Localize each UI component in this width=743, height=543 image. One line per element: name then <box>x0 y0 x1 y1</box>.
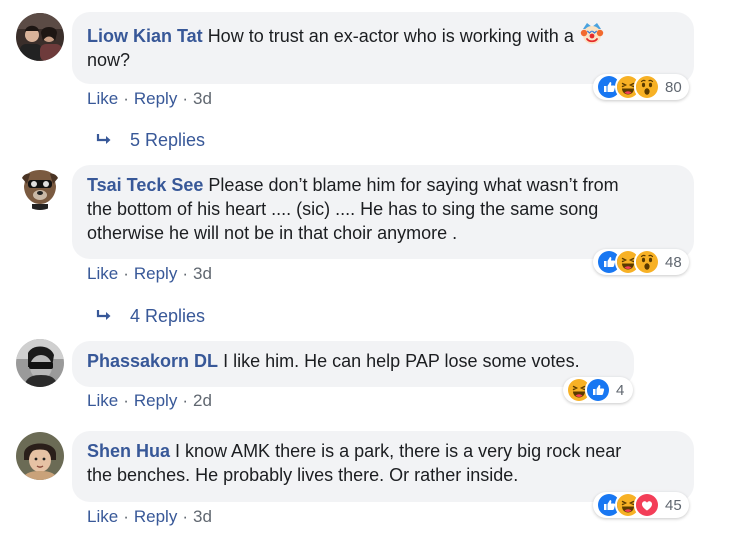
comment-text-line: otherwise he will not be in that choir a… <box>87 223 458 243</box>
comment-text: I like him. He can help PAP lose some vo… <box>223 351 580 371</box>
reply-link[interactable]: Reply <box>134 391 177 410</box>
reply-arrow-icon <box>96 134 111 144</box>
timestamp[interactable]: 3d <box>193 264 212 283</box>
love-reaction-icon <box>634 492 660 518</box>
replies-count-label[interactable]: 5 Replies <box>130 129 205 151</box>
view-replies[interactable]: 4 Replies <box>96 305 205 327</box>
wow-reaction-icon <box>634 249 660 275</box>
separator: · <box>182 507 188 526</box>
reaction-count: 48 <box>665 253 682 271</box>
view-replies[interactable]: 5 Replies <box>96 129 205 151</box>
separator: · <box>123 89 129 108</box>
separator: · <box>182 89 188 108</box>
comment-bubble: Shen Hua I know AMK there is a park, the… <box>72 431 694 502</box>
comment-actions: Like · Reply · 2d <box>87 391 212 411</box>
reply-link[interactable]: Reply <box>134 264 177 283</box>
comment-actions: Like · Reply · 3d <box>87 507 212 527</box>
like-link[interactable]: Like <box>87 507 118 526</box>
reactions-summary[interactable]: 45 <box>593 492 689 518</box>
avatar[interactable] <box>16 339 64 387</box>
avatar[interactable] <box>16 432 64 480</box>
reply-link[interactable]: Reply <box>134 507 177 526</box>
reactions-summary[interactable]: 48 <box>593 249 689 275</box>
comment-actions: Like · Reply · 3d <box>87 89 212 109</box>
comment-text-line: the bottom of his heart .... (sic) .... … <box>87 199 599 219</box>
comment-text: Please don’t blame him for saying what w… <box>208 175 619 195</box>
timestamp[interactable]: 2d <box>193 391 212 410</box>
comment-actions: Like · Reply · 3d <box>87 264 212 284</box>
wow-reaction-icon <box>634 74 660 100</box>
comment-text: I know AMK there is a park, there is a v… <box>175 441 622 461</box>
reaction-count: 80 <box>665 78 682 96</box>
commenter-name[interactable]: Shen Hua <box>87 441 170 461</box>
comment-bubble: Tsai Teck See Please don’t blame him for… <box>72 165 694 259</box>
separator: · <box>123 507 129 526</box>
reaction-count: 4 <box>616 381 625 399</box>
commenter-name[interactable]: Tsai Teck See <box>87 175 203 195</box>
comment-text: How to trust an ex-actor who is working … <box>207 26 574 46</box>
timestamp[interactable]: 3d <box>193 507 212 526</box>
reactions-summary[interactable]: 4 <box>563 377 633 403</box>
like-reaction-icon <box>585 377 611 403</box>
like-link[interactable]: Like <box>87 391 118 410</box>
reactions-summary[interactable]: 80 <box>593 74 689 100</box>
separator: · <box>123 391 129 410</box>
comment-text-continued: now? <box>87 50 131 70</box>
separator: · <box>123 264 129 283</box>
comment-text-line: the benches. He probably lives there. Or… <box>87 465 519 485</box>
commenter-name[interactable]: Phassakorn DL <box>87 351 218 371</box>
comment-bubble: Phassakorn DL I like him. He can help PA… <box>72 341 634 387</box>
like-link[interactable]: Like <box>87 89 118 108</box>
avatar[interactable] <box>16 13 64 61</box>
separator: · <box>182 391 188 410</box>
avatar[interactable] <box>16 162 64 210</box>
reaction-count: 45 <box>665 496 682 514</box>
replies-count-label[interactable]: 4 Replies <box>130 305 205 327</box>
separator: · <box>182 264 188 283</box>
reply-link[interactable]: Reply <box>134 89 177 108</box>
reply-arrow-icon <box>96 310 111 320</box>
like-link[interactable]: Like <box>87 264 118 283</box>
timestamp[interactable]: 3d <box>193 89 212 108</box>
comment-bubble: Liow Kian Tat How to trust an ex-actor w… <box>72 12 694 84</box>
commenter-name[interactable]: Liow Kian Tat <box>87 26 203 46</box>
clown-emoji-icon <box>579 20 605 46</box>
